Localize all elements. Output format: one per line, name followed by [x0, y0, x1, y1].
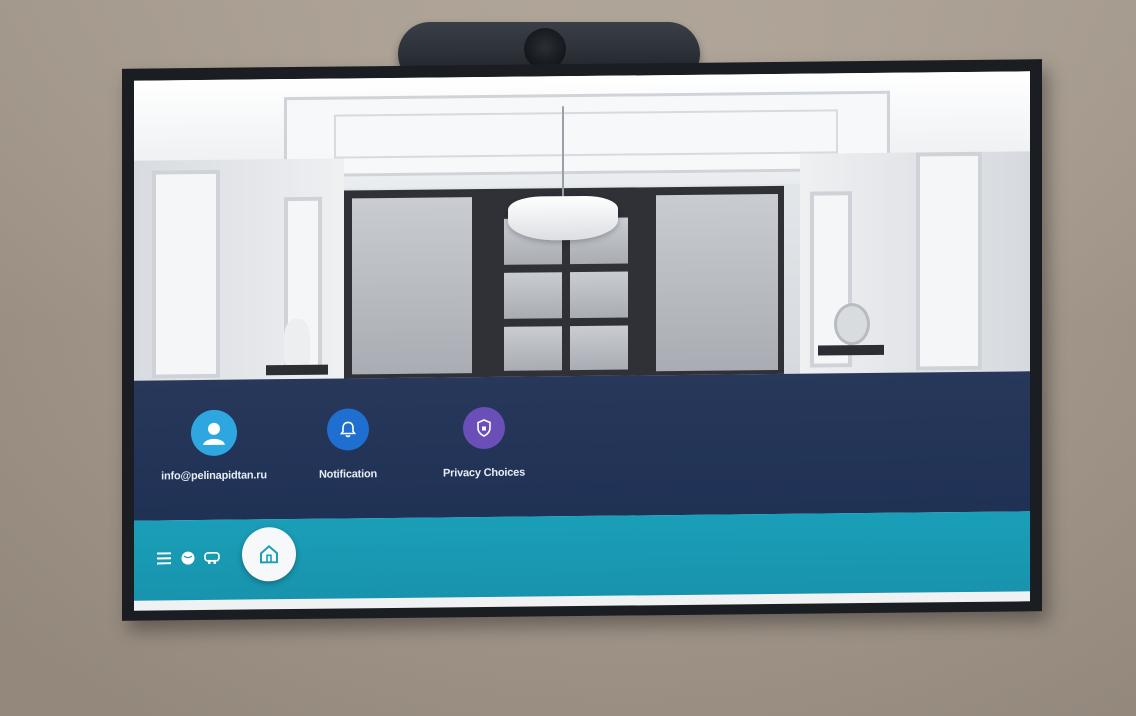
plinth-right	[818, 344, 884, 356]
user-icon	[191, 409, 237, 457]
tv-screen: info@pelinapidtan.ru Notification Privac…	[134, 71, 1030, 611]
glass-panel-center-5	[504, 326, 562, 371]
glass-panel-left	[352, 197, 472, 375]
ambient-wallpaper	[134, 71, 1030, 381]
menu-icon[interactable]	[156, 550, 172, 566]
sculpture-right	[834, 302, 870, 346]
glass-panel-center-6	[570, 325, 628, 371]
chandelier-wire	[562, 106, 564, 199]
account-item[interactable]: info@pelinapidtan.ru	[144, 409, 284, 482]
privacy-choices-item[interactable]: Privacy Choices	[414, 406, 554, 479]
door-left-1	[152, 169, 220, 379]
glass-panel-right	[656, 193, 778, 372]
door-right-2	[916, 151, 982, 371]
account-label: info@pelinapidtan.ru	[161, 469, 267, 483]
notification-item[interactable]: Notification	[278, 408, 418, 481]
glass-panel-center-3	[504, 272, 562, 319]
notification-label: Notification	[318, 468, 378, 481]
bell-icon	[327, 408, 369, 451]
globe-icon[interactable]	[180, 550, 196, 566]
home-icon	[260, 544, 278, 564]
shield-icon	[463, 406, 505, 450]
plinth-left	[266, 364, 328, 376]
sculpture-left	[284, 318, 310, 366]
privacy-choices-label: Privacy Choices	[443, 466, 525, 480]
tv-bezel: info@pelinapidtan.ru Notification Privac…	[122, 59, 1042, 621]
ceiling-coffer-inner	[334, 109, 838, 159]
home-button[interactable]	[242, 526, 296, 582]
glass-panel-center-4	[570, 271, 628, 319]
gamepad-icon[interactable]	[204, 550, 220, 566]
chandelier	[508, 195, 618, 241]
